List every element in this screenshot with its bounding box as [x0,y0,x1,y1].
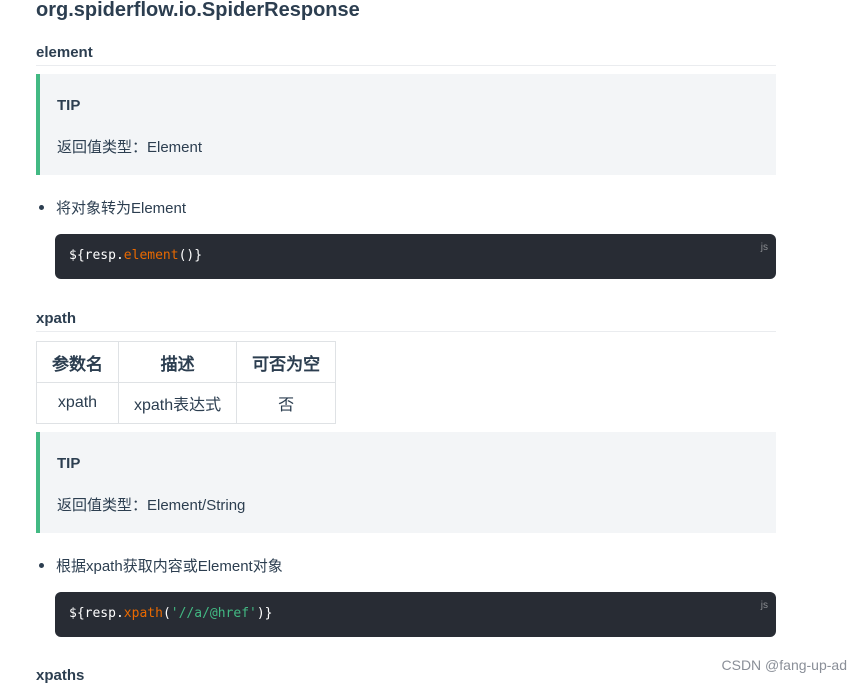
code-function: element [123,248,179,263]
code-prefix: ${resp. [69,248,124,263]
list-item: 将对象转为Element [36,197,186,218]
code-block[interactable]: js ${resp.xpath('//a/@href')} [55,592,776,637]
code-language-label: js [760,600,768,611]
code-language-label: js [760,242,768,253]
tip-box: TIP 返回值类型：Element/String [36,432,776,533]
tip-title: TIP [57,97,81,114]
section-heading-xpaths: xpaths [36,667,85,684]
code-argument: '//a/@href' [170,606,257,621]
table-header-cell: 参数名 [36,341,119,383]
params-table: 参数名 描述 可否为空 xpath xpath表达式 否 [36,341,337,424]
table-header-cell: 描述 [117,341,238,383]
list-item-text: 将对象转为Element [56,200,187,217]
code-line: ${resp.xpath('//a/@href')} [69,606,273,621]
doc-page: org.spiderflow.io.SpiderResponse element… [0,0,861,685]
code-block[interactable]: js ${resp.element()} [55,234,776,279]
bullet-dot-icon [39,204,44,210]
code-paren-open: ( [162,606,171,621]
code-close: )} [256,606,273,621]
section-heading-xpath: xpath [36,310,776,332]
table-row: xpath xpath表达式 否 [36,382,337,424]
list-item: 根据xpath获取内容或Element对象 [36,555,283,576]
code-prefix: ${resp. [69,606,124,621]
table-cell: 否 [236,382,337,424]
tip-box: TIP 返回值类型：Element [36,74,776,175]
code-line: ${resp.element()} [69,248,202,263]
table-cell: xpath [36,382,119,424]
code-close: )} [186,248,203,263]
tip-return-type: 返回值类型：Element [57,139,203,156]
code-function: xpath [123,606,163,621]
watermark: CSDN @fang-up-ad [721,657,848,673]
table-header-row: 参数名 描述 可否为空 [36,341,337,383]
list-item-text: 根据xpath获取内容或Element对象 [56,558,283,575]
tip-title: TIP [57,455,81,472]
section-heading-element: element [36,44,776,66]
bullet-dot-icon [39,562,44,568]
table-cell: xpath表达式 [117,382,238,424]
tip-return-type: 返回值类型：Element/String [57,497,246,514]
table-header-cell: 可否为空 [236,341,337,383]
page-title: org.spiderflow.io.SpiderResponse [36,0,360,21]
